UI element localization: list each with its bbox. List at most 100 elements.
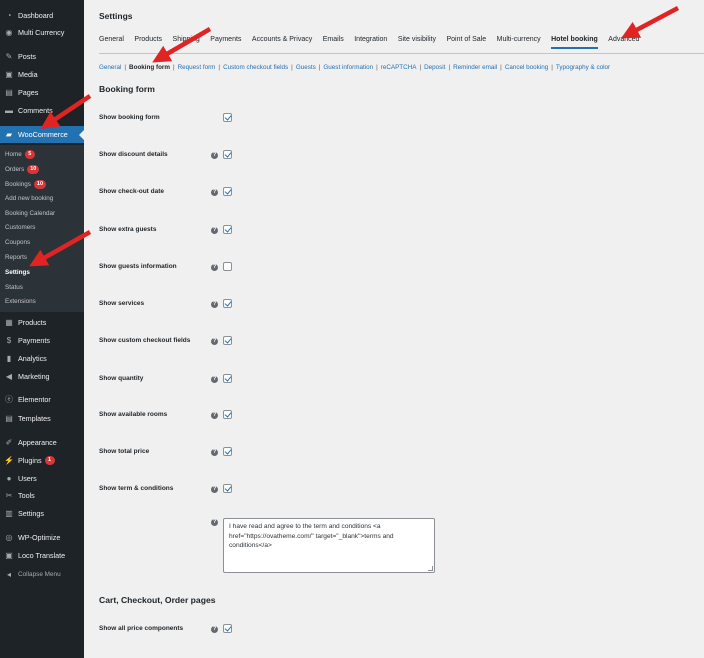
subsection-guests[interactable]: Guests [296,64,316,71]
submenu-booking-calendar[interactable]: Booking Calendar [5,210,55,217]
menu-settings[interactable]: ▥ Settings [0,505,84,522]
show-booking-form-checkbox[interactable] [223,113,232,122]
menu-templates[interactable]: ▤ Templates [0,410,84,427]
subsection-typography-color[interactable]: Typography & color [556,64,610,71]
submenu-customers[interactable]: Customers [5,224,35,231]
menu-posts[interactable]: ✎ Posts [0,48,84,65]
menu-comments[interactable]: ▬ Comments [0,102,84,119]
menu-loco-translate[interactable]: ▣ Loco Translate [0,547,84,564]
resize-handle[interactable] [428,566,433,571]
tab-site-visibility[interactable]: Site visibility [398,36,436,49]
analytics-icon: ▮ [6,353,12,363]
menu-marketing[interactable]: ◀ Marketing [0,368,84,385]
subsection-request-form[interactable]: Request form [178,64,216,71]
subsection-deposit[interactable]: Deposit [424,64,445,71]
main-content: Settings General Products Shipping Payme… [84,0,704,658]
menu-media[interactable]: ▣ Media [0,66,84,83]
help-icon[interactable]: ? [211,486,218,493]
tab-point-of-sale[interactable]: Point of Sale [446,36,486,49]
show-total-price-checkbox[interactable] [223,447,232,456]
menu-multi-currency[interactable]: ◉ Multi Currency [0,24,84,41]
option-label: Show quantity [99,375,144,382]
tab-shipping[interactable]: Shipping [173,36,200,49]
pages-icon: ▤ [5,87,13,97]
subsection-reminder-email[interactable]: Reminder email [453,64,497,71]
marketing-icon: ◀ [5,371,13,381]
help-icon[interactable]: ? [211,189,218,196]
cart-checkout-heading: Cart, Checkout, Order pages [99,595,216,605]
help-icon[interactable]: ? [211,301,218,308]
menu-wp-optimize[interactable]: ◎ WP-Optimize [0,529,84,546]
collapse-menu-button[interactable]: ◂ Collapse Menu [0,566,84,583]
submenu-orders[interactable]: Orders 10 [5,165,40,174]
submenu-coupons[interactable]: Coupons [5,239,30,246]
show-custom-checkout-fields-checkbox[interactable] [223,336,232,345]
help-icon[interactable]: ? [211,227,218,234]
subsection-custom-checkout-fields[interactable]: Custom checkout fields [223,64,288,71]
menu-users[interactable]: ● Users [0,470,84,487]
tab-multi-currency[interactable]: Multi-currency [497,36,541,49]
menu-analytics[interactable]: ▮ Analytics [0,350,84,367]
menu-dashboard[interactable]: ◔ Dashboard [0,7,84,24]
subsection-guest-information[interactable]: Guest information [323,64,373,71]
tab-accounts-privacy[interactable]: Accounts & Privacy [252,36,312,49]
pin-icon: ✎ [5,51,13,61]
tab-payments[interactable]: Payments [210,36,241,49]
help-icon[interactable]: ? [211,264,218,271]
tab-hotel-booking[interactable]: Hotel booking [551,36,598,49]
orders-count-badge: 10 [27,165,40,174]
subsection-booking-form[interactable]: Booking form [129,64,170,71]
show-term-conditions-checkbox[interactable] [223,484,232,493]
subsection-cancel-booking[interactable]: Cancel booking [505,64,548,71]
plugins-icon: ⚡ [4,455,14,465]
subsection-recaptcha[interactable]: reCAPTCHA [381,64,417,71]
tab-advanced[interactable]: Advanced [608,36,639,49]
menu-woocommerce[interactable]: ▰ WooCommerce [0,126,84,143]
submenu-bookings[interactable]: Bookings 10 [5,180,47,189]
submenu-extensions[interactable]: Extensions [5,298,36,305]
show-guests-information-checkbox[interactable] [223,262,232,271]
home-count-badge: 5 [24,150,35,159]
settings-icon: ▥ [5,508,13,518]
help-icon[interactable]: ? [211,626,218,633]
menu-plugins[interactable]: ⚡ Plugins 1 [0,452,84,469]
templates-icon: ▤ [5,413,13,423]
tab-general[interactable]: General [99,36,124,49]
terms-conditions-textarea[interactable]: I have read and agree to the term and co… [223,518,435,573]
tab-emails[interactable]: Emails [323,36,344,49]
submenu-home[interactable]: Home 5 [5,150,35,159]
show-discount-details-checkbox[interactable] [223,150,232,159]
tab-products[interactable]: Products [134,36,162,49]
menu-payments[interactable]: $ Payments [0,332,84,349]
submenu-add-new-booking[interactable]: Add new booking [5,195,53,202]
help-icon[interactable]: ? [211,338,218,345]
admin-sidebar: ◔ Dashboard ◉ Multi Currency ✎ Posts ▣ Media… [0,0,84,658]
help-icon[interactable]: ? [211,449,218,456]
translate-icon: ▣ [5,550,13,560]
menu-elementor[interactable]: ⓔ Elementor [0,391,84,408]
help-icon[interactable]: ? [211,152,218,159]
option-label: Show guests information [99,263,177,270]
menu-tools[interactable]: ✂ Tools [0,487,84,504]
show-extra-guests-checkbox[interactable] [223,225,232,234]
subsection-general[interactable]: General [99,64,121,71]
appearance-icon: ✐ [5,437,13,447]
submenu-reports[interactable]: Reports [5,254,27,261]
show-quantity-checkbox[interactable] [223,374,232,383]
help-icon[interactable]: ? [211,376,218,383]
show-all-price-components-checkbox[interactable] [223,624,232,633]
submenu-status[interactable]: Status [5,284,23,291]
menu-products[interactable]: ▦ Products [0,314,84,331]
collapse-icon: ◂ [6,569,11,579]
tab-integration[interactable]: Integration [354,36,387,49]
menu-pages[interactable]: ▤ Pages [0,84,84,101]
show-check-out-date-checkbox[interactable] [223,187,232,196]
menu-appearance[interactable]: ✐ Appearance [0,434,84,451]
help-icon[interactable]: ? [211,412,218,419]
elementor-icon: ⓔ [5,394,13,404]
show-available-rooms-checkbox[interactable] [223,410,232,419]
submenu-settings[interactable]: Settings [5,269,30,276]
show-services-checkbox[interactable] [223,299,232,308]
help-icon[interactable]: ? [211,519,218,526]
option-label: Show booking form [99,114,160,121]
